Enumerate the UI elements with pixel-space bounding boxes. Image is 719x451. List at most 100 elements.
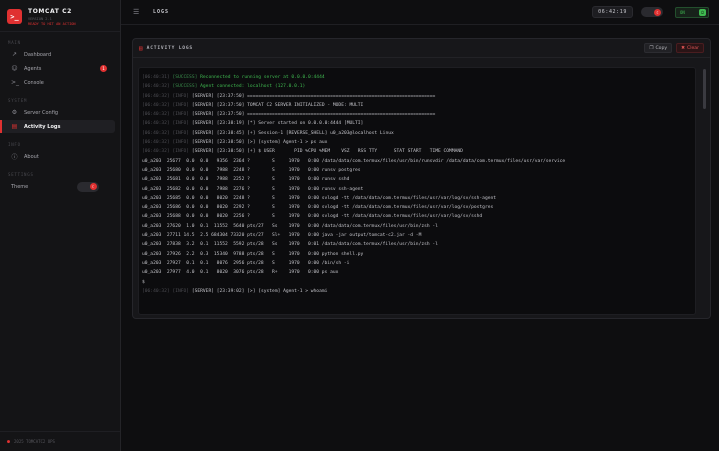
brand-name: TOMCAT C2 bbox=[28, 7, 72, 15]
log-message: u0_a203 27620 1.0 0.1 11552 5640 pts/27 … bbox=[142, 223, 438, 229]
sidebar-item-server-config[interactable]: ⚙ Server Config bbox=[0, 106, 115, 119]
log-level: [INFO] bbox=[172, 102, 190, 108]
log-timestamp: [06:40:32] bbox=[142, 84, 170, 90]
sidebar-footer: ● 2025 TOMCATC2 OPS bbox=[0, 431, 120, 451]
panel-title: ACTIVITY LOGS bbox=[146, 45, 193, 51]
log-line: [06:40:32] [INFO] [SERVER] [23:37:50] ==… bbox=[142, 92, 692, 101]
log-line: u0_a203 25681 0.0 0.0 7988 2252 ? S 1970… bbox=[142, 175, 692, 184]
log-message: u0_a203 25677 0.0 0.0 9356 2364 ? S 1970… bbox=[142, 158, 566, 164]
theme-toggle[interactable]: ☾ bbox=[77, 181, 99, 192]
log-line: u0_a203 27926 2.2 0.3 15340 9788 pts/28 … bbox=[142, 250, 692, 259]
log-line: [06:40:32] [INFO] [SERVER] [23:38:19] [*… bbox=[142, 119, 692, 128]
sidebar-item-label: Agents bbox=[24, 65, 42, 72]
log-level: [SUCCESS] bbox=[172, 84, 198, 90]
log-line: [06:40:32] [INFO] [SERVER] [23:37:50] ==… bbox=[142, 110, 692, 119]
sidebar-item-label: Theme bbox=[11, 183, 29, 190]
log-line: u0_a203 27711 14.5 2.5 684304 73320 pts/… bbox=[142, 231, 692, 240]
menu-icon[interactable]: ☰ bbox=[133, 8, 143, 16]
log-message: u0_a203 27927 0.1 0.1 8076 2956 pts/28 S… bbox=[142, 260, 350, 266]
power-icon: ⏻ bbox=[699, 9, 706, 16]
log-timestamp: [06:40:31] bbox=[142, 75, 170, 80]
log-level: [SUCCESS] bbox=[172, 75, 198, 80]
info-icon: ⓘ bbox=[11, 154, 18, 161]
brand-status: READY TO HIT AN ACTION bbox=[28, 21, 76, 26]
section-title-info: INFO bbox=[8, 142, 21, 147]
log-message: u0_a203 25682 0.0 0.0 7988 2276 ? S 1970… bbox=[142, 186, 364, 192]
log-message: [SERVER] [23:38:50] [>] [system] Agent-1… bbox=[191, 140, 328, 146]
sidebar-item-about[interactable]: ⓘ About bbox=[0, 150, 115, 163]
copy-button[interactable]: ❐ Copy bbox=[644, 43, 673, 53]
log-message: u0_a203 25685 0.0 0.0 8020 2248 ? S 1970… bbox=[142, 195, 497, 201]
moon-icon: ☾ bbox=[654, 8, 661, 16]
terminal-logo-icon: >_ bbox=[7, 9, 22, 24]
log-line: u0_a203 25685 0.0 0.0 8020 2248 ? S 1970… bbox=[142, 194, 692, 203]
log-timestamp: [06:40:32] bbox=[142, 288, 170, 294]
log-level: [INFO] bbox=[172, 149, 190, 155]
log-message: Reconnected to running server at 0.0.0.0… bbox=[200, 75, 325, 80]
log-line: u0_a203 27620 1.0 0.1 11552 5640 pts/27 … bbox=[142, 222, 692, 231]
clear-button[interactable]: ✖ Clear bbox=[676, 43, 704, 53]
log-message: u0_a203 25680 0.0 0.0 7988 2248 ? S 1970… bbox=[142, 167, 361, 173]
log-timestamp: [06:40:32] bbox=[142, 112, 170, 118]
chart-icon: ↗ bbox=[11, 51, 18, 58]
sidebar-item-label: Console bbox=[24, 79, 44, 86]
log-message: [SERVER] [23:38:45] [+] Session-1 [REVER… bbox=[191, 130, 394, 136]
connection-toggle[interactable]: ON ⏻ bbox=[675, 6, 709, 18]
sidebar-item-activity-logs[interactable]: ▤ Activity Logs bbox=[0, 120, 115, 133]
log-timestamp: [06:40:32] bbox=[142, 102, 170, 108]
brand-version: VERSION 2.1 bbox=[28, 16, 52, 21]
footer-text: 2025 TOMCATC2 OPS bbox=[14, 439, 55, 444]
file-icon: ▤ bbox=[11, 123, 18, 130]
log-line: u0_a203 25688 0.0 0.0 8020 2256 ? S 1970… bbox=[142, 212, 692, 221]
brand: >_ TOMCAT C2 VERSION 2.1 READY TO HIT AN… bbox=[0, 0, 120, 32]
copy-label: Copy bbox=[655, 45, 668, 51]
sidebar-item-agents[interactable]: ☺ Agents 1 bbox=[0, 62, 115, 75]
log-level: [INFO] bbox=[172, 140, 190, 146]
log-timestamp: [06:40:32] bbox=[142, 140, 170, 146]
section-title-main: MAIN bbox=[8, 40, 21, 45]
clock: 06:42:19 bbox=[592, 6, 633, 18]
log-line: $ bbox=[142, 278, 692, 287]
log-line: [06:40:32] [INFO] [SERVER] [23:39:02] [>… bbox=[142, 287, 692, 296]
log-line: [06:40:32] [INFO] [SERVER] [23:38:50] [+… bbox=[142, 147, 692, 156]
log-message: u0_a203 25686 0.0 0.0 8020 2292 ? S 1970… bbox=[142, 205, 494, 211]
log-message: [SERVER] [23:38:50] [+] $ USER PID %CPU … bbox=[191, 149, 463, 155]
sidebar-item-dashboard[interactable]: ↗ Dashboard bbox=[0, 48, 115, 61]
log-level: [INFO] bbox=[172, 112, 190, 118]
file-icon: ▤ bbox=[139, 44, 143, 52]
log-message: u0_a203 27977 4.0 0.1 8020 3076 pts/28 R… bbox=[142, 270, 339, 276]
log-line: [06:40:31] [SUCCESS] Reconnected to runn… bbox=[142, 73, 692, 82]
log-line: u0_a203 27977 4.0 0.1 8020 3076 pts/28 R… bbox=[142, 268, 692, 277]
log-message: [SERVER] [23:39:02] [>] [system] Agent-1… bbox=[191, 288, 328, 294]
log-level: [INFO] bbox=[172, 121, 190, 127]
users-icon: ☺ bbox=[11, 65, 18, 72]
log-message: Agent connected: localhost (127.0.0.1) bbox=[200, 84, 306, 90]
log-line: u0_a203 25680 0.0 0.0 7988 2248 ? S 1970… bbox=[142, 166, 692, 175]
log-line: [06:40:32] [INFO] [SERVER] [23:38:50] [>… bbox=[142, 138, 692, 147]
log-message: [SERVER] [23:37:50] TOMCAT C2 SERVER INI… bbox=[191, 102, 364, 108]
log-line: [06:40:32] [INFO] [SERVER] [23:37:50] TO… bbox=[142, 101, 692, 110]
log-line: u0_a203 25682 0.0 0.0 7988 2276 ? S 1970… bbox=[142, 185, 692, 194]
log-output[interactable]: [06:40:31] [SUCCESS] Reconnected to runn… bbox=[138, 67, 696, 315]
log-scrollbar[interactable] bbox=[703, 69, 706, 109]
dark-mode-toggle[interactable]: ☾ bbox=[641, 7, 663, 17]
panel-header: ▤ ACTIVITY LOGS ❐ Copy ✖ Clear bbox=[133, 39, 710, 58]
log-message: [SERVER] [23:37:50] ====================… bbox=[191, 112, 436, 118]
log-message: [SERVER] [23:37:50] ====================… bbox=[191, 93, 436, 99]
sidebar-item-label: Dashboard bbox=[24, 51, 52, 58]
activity-logs-panel: ▤ ACTIVITY LOGS ❐ Copy ✖ Clear [06:40:31… bbox=[132, 38, 711, 319]
log-line: [06:40:32] [SUCCESS] Agent connected: lo… bbox=[142, 82, 692, 91]
connection-label: ON bbox=[680, 9, 685, 15]
log-timestamp: [06:40:32] bbox=[142, 121, 170, 127]
log-message: u0_a203 27926 2.2 0.3 15340 9788 pts/28 … bbox=[142, 251, 364, 257]
log-level: [INFO] bbox=[172, 93, 190, 99]
sidebar-item-console[interactable]: >_ Console bbox=[0, 76, 115, 89]
log-message: u0_a203 27711 14.5 2.5 684304 73320 pts/… bbox=[142, 233, 422, 239]
log-line: u0_a203 25677 0.0 0.0 9356 2364 ? S 1970… bbox=[142, 157, 692, 166]
log-line: u0_a203 27838 3.2 0.1 11552 5592 pts/28 … bbox=[142, 240, 692, 249]
log-line: [06:40:32] [INFO] [SERVER] [23:38:45] [+… bbox=[142, 129, 692, 138]
sidebar-item-label: Server Config bbox=[24, 109, 59, 116]
log-level: [INFO] bbox=[172, 288, 190, 294]
log-message: u0_a203 25681 0.0 0.0 7988 2252 ? S 1970… bbox=[142, 177, 350, 183]
copy-icon: ❐ bbox=[649, 45, 654, 51]
